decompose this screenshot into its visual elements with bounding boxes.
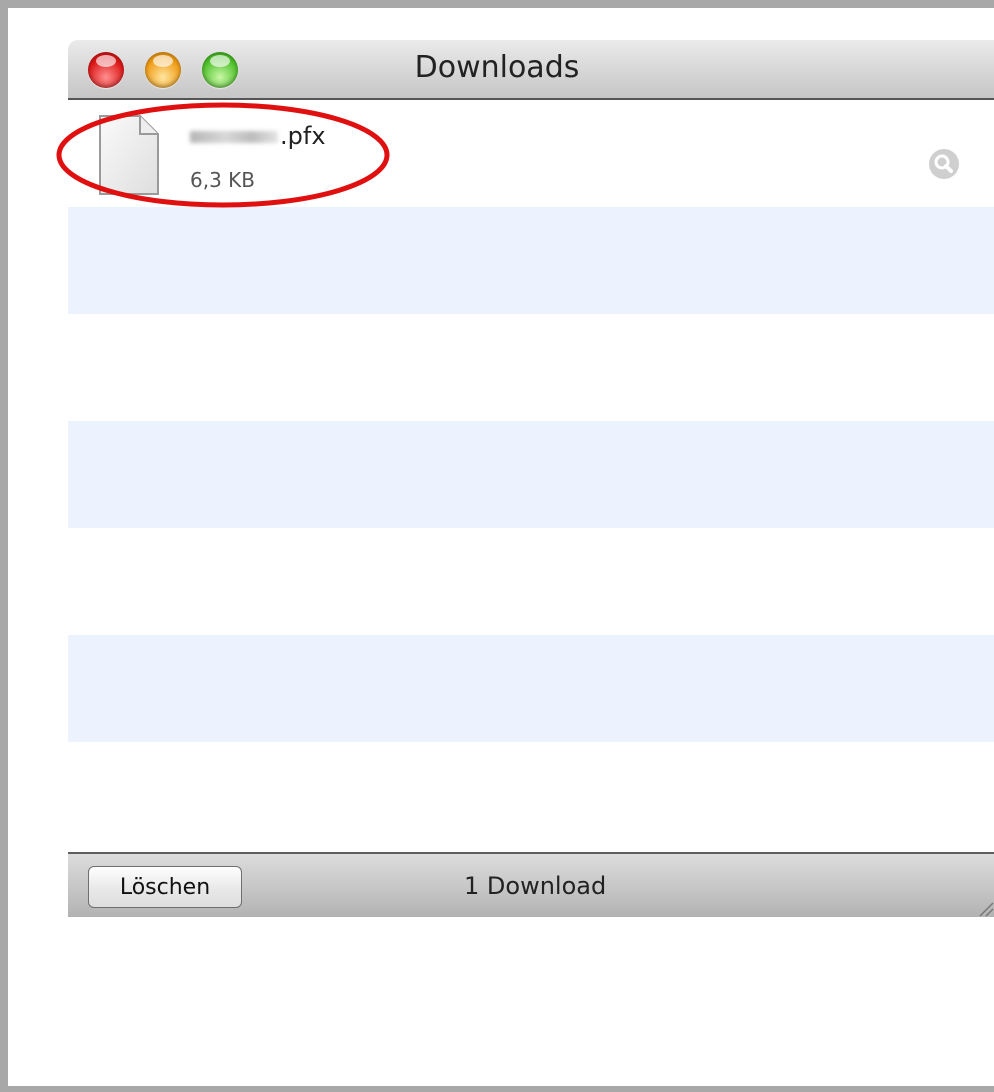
list-row	[68, 742, 994, 849]
bottom-toolbar: Löschen 1 Download	[68, 852, 994, 917]
title-bar[interactable]: Downloads	[68, 40, 994, 100]
list-row	[68, 314, 994, 421]
list-row	[68, 528, 994, 635]
list-row	[68, 421, 994, 528]
clear-button[interactable]: Löschen	[88, 866, 242, 908]
magnifier-reveal-icon[interactable]	[928, 148, 960, 180]
highlight-ellipse	[56, 102, 390, 208]
resize-grip-icon[interactable]	[976, 899, 994, 917]
list-row	[68, 635, 994, 742]
downloads-list: .pfx 6,3 KB	[68, 100, 994, 852]
download-count: 1 Download	[464, 872, 607, 900]
window-title: Downloads	[414, 50, 580, 85]
list-row	[68, 207, 994, 314]
